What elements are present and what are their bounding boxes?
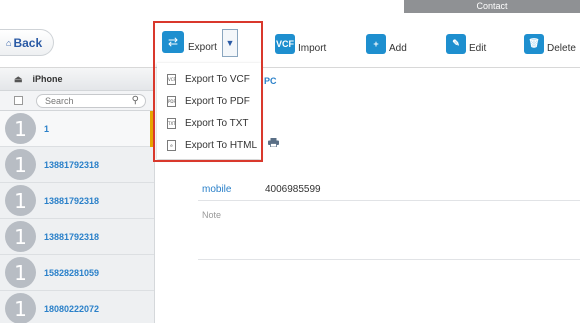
avatar: 1 — [5, 113, 36, 144]
back-label: Back — [13, 35, 43, 50]
add-button[interactable]: + Add — [366, 33, 407, 54]
menu-item-label: Export To HTML — [185, 139, 258, 151]
contact-name: 13881792318 — [44, 231, 100, 242]
add-label: Add — [389, 43, 407, 54]
export-button[interactable]: ⇄ Export — [162, 31, 217, 53]
select-all-checkbox[interactable] — [14, 96, 23, 105]
edit-label: Edit — [469, 43, 487, 54]
eject-icon: ⏏ — [14, 73, 23, 84]
contact-name: 13881792318 — [44, 195, 100, 206]
contact-list-item[interactable]: 1 15828281059 — [0, 255, 154, 291]
contact-list-item[interactable]: 1 1 — [0, 111, 154, 147]
note-label: Note — [202, 210, 222, 220]
txt-file-icon: TXT — [167, 117, 176, 129]
mobile-value: 4006985599 — [265, 184, 321, 195]
avatar: 1 — [5, 293, 36, 323]
export-txt-item[interactable]: TXT Export To TXT — [157, 112, 261, 134]
avatar: 1 — [5, 257, 36, 288]
contact-list-item[interactable]: 1 18080222072 — [0, 291, 154, 323]
contact-name: 1 — [44, 123, 50, 134]
export-pdf-item[interactable]: PDF Export To PDF — [157, 90, 261, 112]
search-row: Search ⚲ — [0, 91, 154, 111]
vcf-file-icon: VCF — [167, 73, 176, 85]
import-label: Import — [298, 43, 327, 54]
import-button[interactable]: VCF Import — [275, 33, 326, 54]
home-icon: ⌂ — [6, 37, 12, 48]
trash-icon: 🗑 — [524, 33, 544, 54]
export-dropdown-toggle[interactable]: ▼ — [222, 29, 238, 57]
delete-label: Delete — [547, 43, 576, 54]
menu-item-label: Export To TXT — [185, 117, 249, 129]
contact-list-item[interactable]: 1 13881792318 — [0, 147, 154, 183]
edit-button[interactable]: ✎ Edit — [446, 33, 486, 54]
mobile-field: mobile 4006985599 — [198, 175, 580, 201]
vcf-import-icon: VCF — [275, 33, 295, 54]
delete-button[interactable]: 🗑 Delete — [524, 33, 576, 54]
menu-item-label: Export To VCF — [185, 73, 250, 85]
edit-contact-icon: ✎ — [446, 33, 466, 54]
add-contact-icon: + — [366, 33, 386, 54]
export-label: Export — [188, 41, 217, 53]
export-icon: ⇄ — [162, 31, 184, 53]
back-button[interactable]: ⌂ Back — [0, 29, 54, 56]
contact-tab[interactable]: Contact — [404, 0, 580, 13]
export-menu: VCF Export To VCF PDF Export To PDF TXT … — [157, 63, 261, 159]
note-field[interactable]: Note — [198, 204, 580, 260]
selected-marker — [150, 111, 154, 147]
avatar: 1 — [5, 221, 36, 252]
contact-list-item[interactable]: 1 13881792318 — [0, 219, 154, 255]
chevron-down-icon: ▼ — [225, 38, 235, 48]
toolbar: ⌂ Back VCF Import + Add ✎ Edit 🗑 Delete — [0, 13, 580, 68]
html-file-icon: e — [167, 139, 176, 151]
avatar: 1 — [5, 149, 36, 180]
pdf-file-icon: PDF — [167, 95, 176, 107]
menu-item-label: Export To PDF — [185, 95, 250, 107]
export-vcf-item[interactable]: VCF Export To VCF — [157, 68, 261, 90]
avatar: 1 — [5, 185, 36, 216]
contact-list-panel: ⏏ iPhone Search ⚲ 1 1 1 13881792318 1 13… — [0, 68, 155, 323]
contact-name: 15828281059 — [44, 267, 100, 278]
print-icon[interactable] — [268, 138, 279, 147]
search-icon[interactable]: ⚲ — [132, 95, 139, 106]
mobile-label: mobile — [202, 184, 232, 195]
export-html-item[interactable]: e Export To HTML — [157, 134, 261, 156]
device-name: iPhone — [32, 74, 63, 84]
contact-list-item[interactable]: 1 13881792318 — [0, 183, 154, 219]
contact-name: 13881792318 — [44, 159, 100, 170]
search-placeholder: Search — [45, 95, 74, 106]
device-header[interactable]: ⏏ iPhone — [0, 68, 154, 91]
partial-label: PC — [264, 76, 277, 86]
contact-name: 18080222072 — [44, 303, 100, 314]
search-input[interactable]: Search ⚲ — [36, 93, 146, 108]
